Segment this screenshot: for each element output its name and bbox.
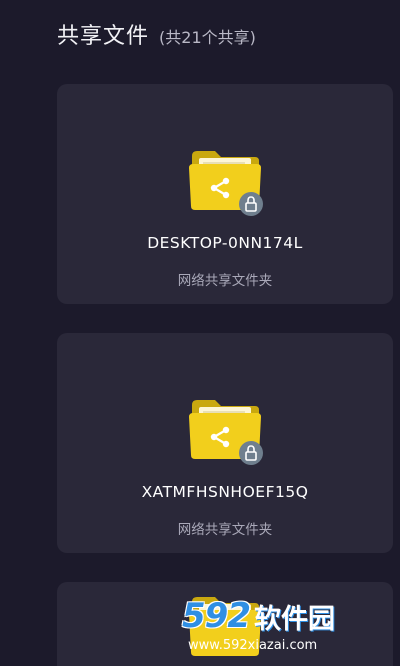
share-name: DESKTOP-0NN174L [147,234,303,252]
share-count: (共21个共享) [159,28,256,47]
watermark-url: www.592xiazai.com [188,638,318,653]
lock-icon [239,192,263,216]
share-card[interactable]: DESKTOP-0NN174L 网络共享文件夹 [57,84,393,304]
share-name: XATMFHSNHOEF15Q [141,483,309,501]
page-header: 共享文件 (共21个共享) [57,18,256,50]
share-type: 网络共享文件夹 [177,273,273,289]
shared-folder-icon [189,400,263,465]
share-card[interactable]: XATMFHSNHOEF15Q 网络共享文件夹 [57,333,393,553]
watermark-number: 592 [182,596,251,636]
shared-files-screen: 共享文件 (共21个共享) DESKTOP-0NN174L 网络共享文件夹 XA… [0,0,400,666]
share-type: 网络共享文件夹 [177,522,273,538]
watermark-text: 软件园 [253,604,335,635]
shared-folder-icon [189,151,263,216]
lock-icon [239,441,263,465]
page-title: 共享文件 [57,24,150,49]
site-watermark: 592 软件园 www.592xiazai.com [182,596,394,658]
watermark-logo: 592 软件园 [182,596,335,636]
